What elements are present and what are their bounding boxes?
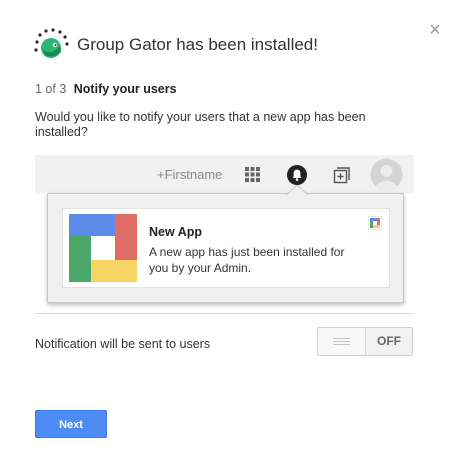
dialog-title: Group Gator has been installed! xyxy=(77,35,318,54)
close-icon[interactable]: × xyxy=(425,20,445,40)
toggle-handle[interactable] xyxy=(318,328,366,355)
notification-preview: +Firstname New App A new app has just be… xyxy=(35,155,414,314)
step-indicator: 1 of 3 Notify your users xyxy=(35,82,177,96)
app-icon xyxy=(69,214,137,282)
notifications-bell-icon xyxy=(287,165,307,185)
notification-setting-label: Notification will be sent to users xyxy=(35,337,211,351)
avatar-icon xyxy=(370,158,403,191)
notification-toggle[interactable]: OFF xyxy=(317,327,413,356)
notification-card[interactable]: New App A new app has just been installe… xyxy=(62,208,390,288)
app-mini-logo-icon xyxy=(368,216,382,230)
next-button[interactable]: Next xyxy=(35,410,107,438)
grip-icon xyxy=(333,338,350,345)
step-count: 1 of 3 xyxy=(35,82,67,96)
notify-question: Would you like to notify your users that… xyxy=(35,110,366,139)
notification-popup: New App A new app has just been installe… xyxy=(47,185,404,303)
step-title: Notify your users xyxy=(73,82,177,96)
add-share-icon xyxy=(333,167,350,184)
toggle-state-label: OFF xyxy=(377,334,401,348)
notification-title: New App xyxy=(149,225,203,239)
apps-grid-icon xyxy=(245,167,260,182)
notification-body: A new app has just been installed for yo… xyxy=(149,245,345,275)
group-gator-logo-icon xyxy=(34,28,69,58)
preview-top-bar: +Firstname xyxy=(35,155,414,193)
preview-user-name: +Firstname xyxy=(157,167,223,182)
popup-arrow xyxy=(286,185,308,195)
